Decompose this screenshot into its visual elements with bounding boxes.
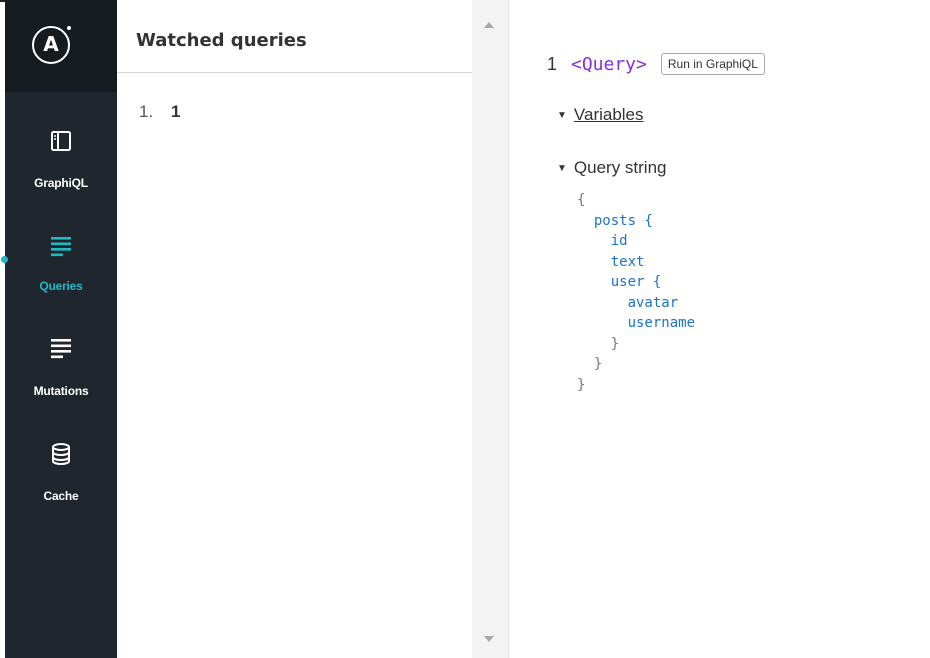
caret-down-icon: ▼ <box>557 110 567 121</box>
sidebar-nav: A GraphiQL Queries Mutations Cache <box>1 0 117 658</box>
apollo-logo-icon: A <box>32 26 70 64</box>
nav-item-label: GraphiQL <box>34 176 88 190</box>
code-line: username <box>577 315 696 331</box>
code-line: user { <box>577 274 662 290</box>
query-number: 1 <box>547 54 558 74</box>
nav-item-queries[interactable]: Queries <box>5 220 117 320</box>
apollo-devtools-window: A GraphiQL Queries Mutations Cache Watch… <box>0 0 930 658</box>
logo-dot <box>65 24 73 32</box>
active-indicator <box>1 256 8 263</box>
nav-item-label: Mutations <box>33 384 89 398</box>
code-line: text <box>577 253 645 270</box>
list-title: Watched queries <box>136 30 307 51</box>
database-icon <box>52 443 70 466</box>
query-detail-pane: 1 <Query> Run in GraphiQL ▼ Variables ▼ Quer… <box>509 0 930 658</box>
caret-down-icon: ▼ <box>557 163 567 174</box>
query-name: <Query> <box>571 54 647 75</box>
nav-item-graphiql[interactable]: GraphiQL <box>5 115 117 215</box>
nav-spacer <box>5 525 117 658</box>
nav-item-cache[interactable]: Cache <box>5 428 117 528</box>
graphiql-panel-icon <box>51 131 71 151</box>
code-line: posts { <box>577 212 653 229</box>
query-header: 1 <Query> Run in GraphiQL <box>547 53 765 75</box>
list-item[interactable]: 1. 1 <box>139 102 180 122</box>
code-line: } <box>577 335 620 352</box>
scroll-up-arrow-icon[interactable] <box>484 22 494 28</box>
logo-area: A <box>5 0 117 92</box>
list-header: Watched queries <box>117 0 472 73</box>
code-line: avatar <box>577 294 679 311</box>
mutations-list-icon <box>51 339 71 359</box>
variables-section-toggle[interactable]: ▼ Variables <box>557 105 644 125</box>
query-string-section-toggle[interactable]: ▼ Query string <box>557 158 667 178</box>
run-in-graphiql-button[interactable]: Run in GraphiQL <box>660 53 765 75</box>
code-line: { <box>577 192 586 208</box>
nav-item-mutations[interactable]: Mutations <box>5 322 117 422</box>
list-item-value: 1 <box>171 102 181 121</box>
query-string-label: Query string <box>573 158 667 177</box>
watched-queries-pane: Watched queries 1. 1 <box>117 0 472 658</box>
scroll-down-arrow-icon[interactable] <box>484 636 494 642</box>
vertical-scrollbar[interactable] <box>472 0 509 658</box>
code-line: } <box>577 356 603 372</box>
queries-list-icon <box>51 237 71 257</box>
list-item-index: 1. <box>139 102 154 121</box>
nav-item-label: Queries <box>39 279 83 293</box>
variables-label: Variables <box>573 105 644 124</box>
query-code-block: { posts { id text user { avatar username… <box>577 190 695 395</box>
nav-item-label: Cache <box>43 489 79 503</box>
code-line: id <box>577 233 628 249</box>
code-line: } <box>577 376 586 393</box>
